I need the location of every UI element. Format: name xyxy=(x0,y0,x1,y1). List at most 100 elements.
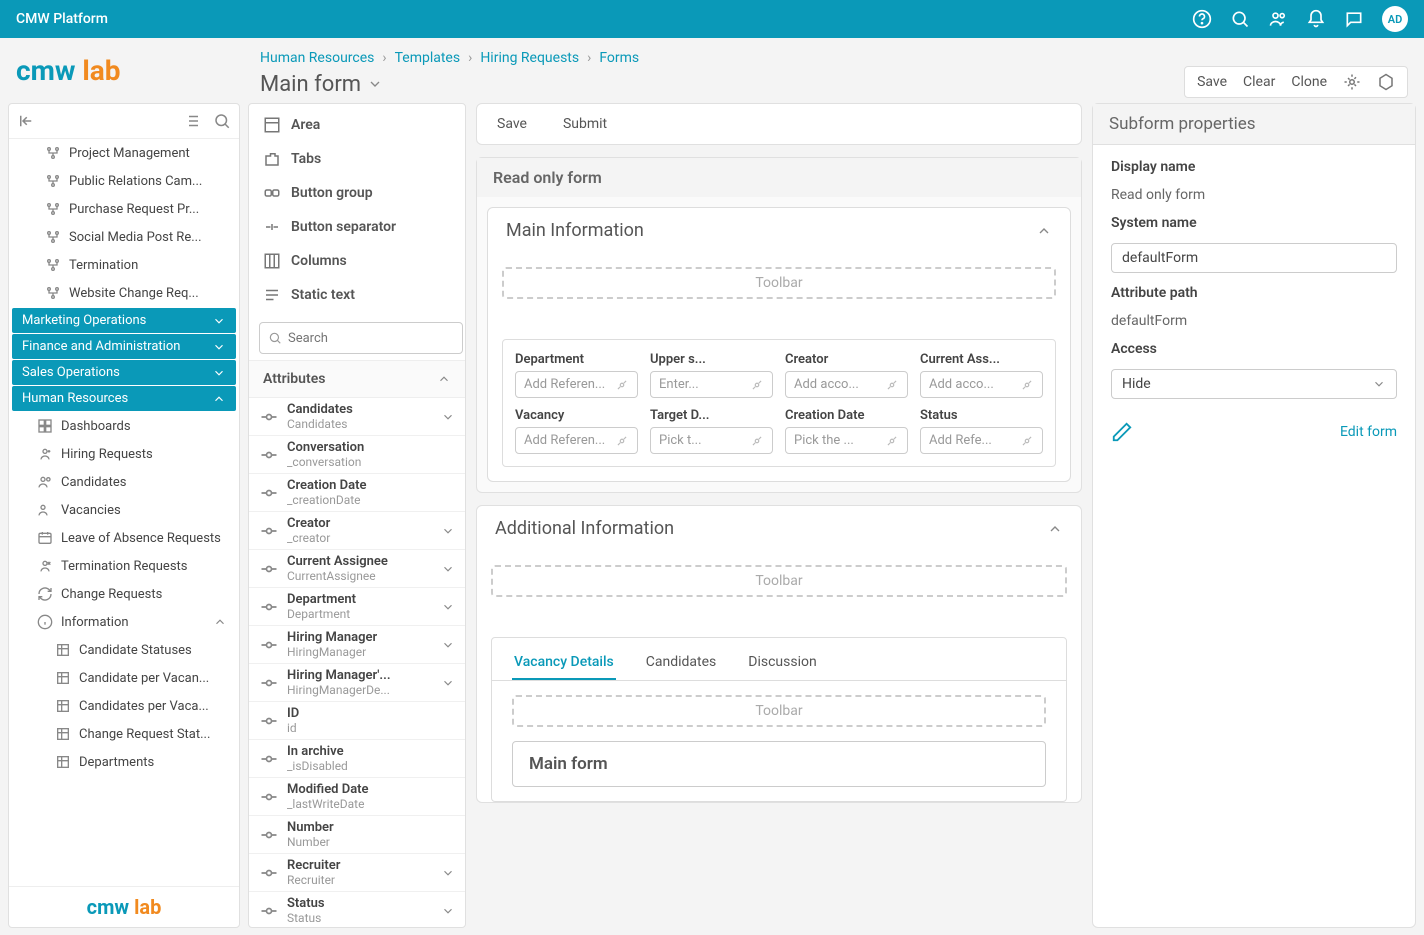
crumb[interactable]: Templates xyxy=(395,50,461,66)
tool-button-separator[interactable]: Button separator xyxy=(249,210,465,244)
edit-form-link[interactable]: Edit form xyxy=(1340,424,1397,440)
form-field: Upper s... Enter... xyxy=(650,352,773,398)
tab-discussion[interactable]: Discussion xyxy=(746,646,818,680)
tree-item[interactable]: Website Change Req... xyxy=(9,279,239,307)
users-icon[interactable] xyxy=(1268,9,1288,29)
form-field: Target D... Pick t... xyxy=(650,408,773,454)
hexagon-icon[interactable] xyxy=(1377,73,1395,91)
tree-item[interactable]: Social Media Post Re... xyxy=(9,223,239,251)
tool-tabs[interactable]: Tabs xyxy=(249,142,465,176)
tab-candidates[interactable]: Candidates xyxy=(644,646,719,680)
attribute-item[interactable]: Hiring ManagerHiringManager xyxy=(249,626,465,664)
tool-button-group[interactable]: Button group xyxy=(249,176,465,210)
attribute-item[interactable]: Creation Date_creationDate xyxy=(249,474,465,512)
attribute-item[interactable]: In archive_isDisabled xyxy=(249,740,465,778)
prop-label-display: Display name xyxy=(1111,159,1397,175)
attributes-header[interactable]: Attributes xyxy=(249,360,465,398)
tree-item[interactable]: Purchase Request Pr... xyxy=(9,195,239,223)
field-label: Creator xyxy=(785,352,908,367)
chevron-down-icon[interactable] xyxy=(367,76,383,92)
field-input[interactable]: Add acco... xyxy=(785,371,908,398)
field-input[interactable]: Add Referen... xyxy=(515,427,638,454)
sidebar-item-dashboards[interactable]: Dashboards xyxy=(9,412,239,440)
sidebar-item-information[interactable]: Information xyxy=(9,608,239,636)
sidebar-item-candidates[interactable]: Candidates xyxy=(9,468,239,496)
search-icon[interactable] xyxy=(213,112,231,130)
sidebar-item-vacancies[interactable]: Vacancies xyxy=(9,496,239,524)
attribute-item[interactable]: StatusStatus xyxy=(249,892,465,927)
attribute-item[interactable]: NumberNumber xyxy=(249,816,465,854)
chat-icon[interactable] xyxy=(1344,9,1364,29)
sidebar-item-termination[interactable]: Termination Requests xyxy=(9,552,239,580)
attribute-item[interactable]: Modified Date_lastWriteDate xyxy=(249,778,465,816)
toolbar-placeholder[interactable]: Toolbar xyxy=(512,695,1046,727)
search-icon[interactable] xyxy=(1230,9,1250,29)
sidebar-item[interactable]: Candidates per Vaca... xyxy=(9,692,239,720)
attribute-item[interactable]: Conversation_conversation xyxy=(249,436,465,474)
tool-columns[interactable]: Columns xyxy=(249,244,465,278)
clear-button[interactable]: Clear xyxy=(1243,74,1275,90)
sidebar-item[interactable]: Departments xyxy=(9,748,239,776)
save-button[interactable]: Save xyxy=(1197,74,1227,90)
section-header-additional[interactable]: Additional Information xyxy=(477,506,1081,551)
category-hr[interactable]: Human Resources xyxy=(12,386,236,411)
access-select[interactable]: Hide xyxy=(1111,369,1397,399)
sidebar-item-hiring[interactable]: Hiring Requests xyxy=(9,440,239,468)
category-marketing[interactable]: Marketing Operations xyxy=(12,308,236,333)
crumb[interactable]: Human Resources xyxy=(260,50,374,66)
pencil-icon[interactable] xyxy=(1111,421,1133,443)
bell-icon[interactable] xyxy=(1306,9,1326,29)
chevron-down-icon xyxy=(1372,377,1386,391)
sidebar-item[interactable]: Candidate per Vacan... xyxy=(9,664,239,692)
tab-vacancy-details[interactable]: Vacancy Details xyxy=(512,646,616,680)
form-field: Creation Date Pick the ... xyxy=(785,408,908,454)
canvas-submit-button[interactable]: Submit xyxy=(563,116,607,132)
crumb[interactable]: Hiring Requests xyxy=(480,50,579,66)
field-input[interactable]: Add Refe... xyxy=(920,427,1043,454)
gear-icon[interactable] xyxy=(1343,73,1361,91)
field-input[interactable]: Add acco... xyxy=(920,371,1043,398)
field-label: Department xyxy=(515,352,638,367)
category-sales[interactable]: Sales Operations xyxy=(12,360,236,385)
sidebar-item[interactable]: Candidate Statuses xyxy=(9,636,239,664)
attribute-item[interactable]: DepartmentDepartment xyxy=(249,588,465,626)
sidebar-item-leave[interactable]: Leave of Absence Requests xyxy=(9,524,239,552)
attribute-item[interactable]: IDid xyxy=(249,702,465,740)
system-name-input[interactable] xyxy=(1111,243,1397,273)
clone-button[interactable]: Clone xyxy=(1291,74,1327,90)
collapse-icon[interactable] xyxy=(17,112,35,130)
attribute-item[interactable]: Hiring Manager'...HiringManagerDe... xyxy=(249,664,465,702)
section-header-main[interactable]: Main Information xyxy=(488,208,1070,253)
form-field: Vacancy Add Referen... xyxy=(515,408,638,454)
attribute-item[interactable]: Creator_creator xyxy=(249,512,465,550)
tree-item[interactable]: Termination xyxy=(9,251,239,279)
search-input[interactable] xyxy=(259,322,463,354)
canvas-save-button[interactable]: Save xyxy=(497,116,527,132)
field-input[interactable]: Add Referen... xyxy=(515,371,638,398)
form-label: Read only form xyxy=(477,158,1081,197)
crumb[interactable]: Forms xyxy=(599,50,639,66)
attribute-item[interactable]: RecruiterRecruiter xyxy=(249,854,465,892)
toolbar-placeholder[interactable]: Toolbar xyxy=(491,565,1067,597)
sidebar-item-change[interactable]: Change Requests xyxy=(9,580,239,608)
tree-item[interactable]: Public Relations Cam... xyxy=(9,167,239,195)
toolbar-placeholder[interactable]: Toolbar xyxy=(502,267,1056,299)
breadcrumb: Human Resources› Templates› Hiring Reque… xyxy=(260,50,1408,66)
attribute-item[interactable]: Current AssigneeCurrentAssignee xyxy=(249,550,465,588)
inner-form[interactable]: Main form xyxy=(512,741,1046,787)
category-finance[interactable]: Finance and Administration xyxy=(12,334,236,359)
prop-value-attrpath: defaultForm xyxy=(1111,313,1397,329)
logo: cmw lab xyxy=(16,54,121,87)
help-icon[interactable] xyxy=(1192,9,1212,29)
tool-static-text[interactable]: Static text xyxy=(249,278,465,312)
field-input[interactable]: Pick the ... xyxy=(785,427,908,454)
field-label: Creation Date xyxy=(785,408,908,423)
field-input[interactable]: Pick t... xyxy=(650,427,773,454)
list-icon[interactable] xyxy=(183,112,201,130)
avatar[interactable]: AD xyxy=(1382,6,1408,32)
field-input[interactable]: Enter... xyxy=(650,371,773,398)
tree-item[interactable]: Project Management xyxy=(9,139,239,167)
attribute-item[interactable]: CandidatesCandidates xyxy=(249,398,465,436)
sidebar-item[interactable]: Change Request Stat... xyxy=(9,720,239,748)
tool-area[interactable]: Area xyxy=(249,108,465,142)
